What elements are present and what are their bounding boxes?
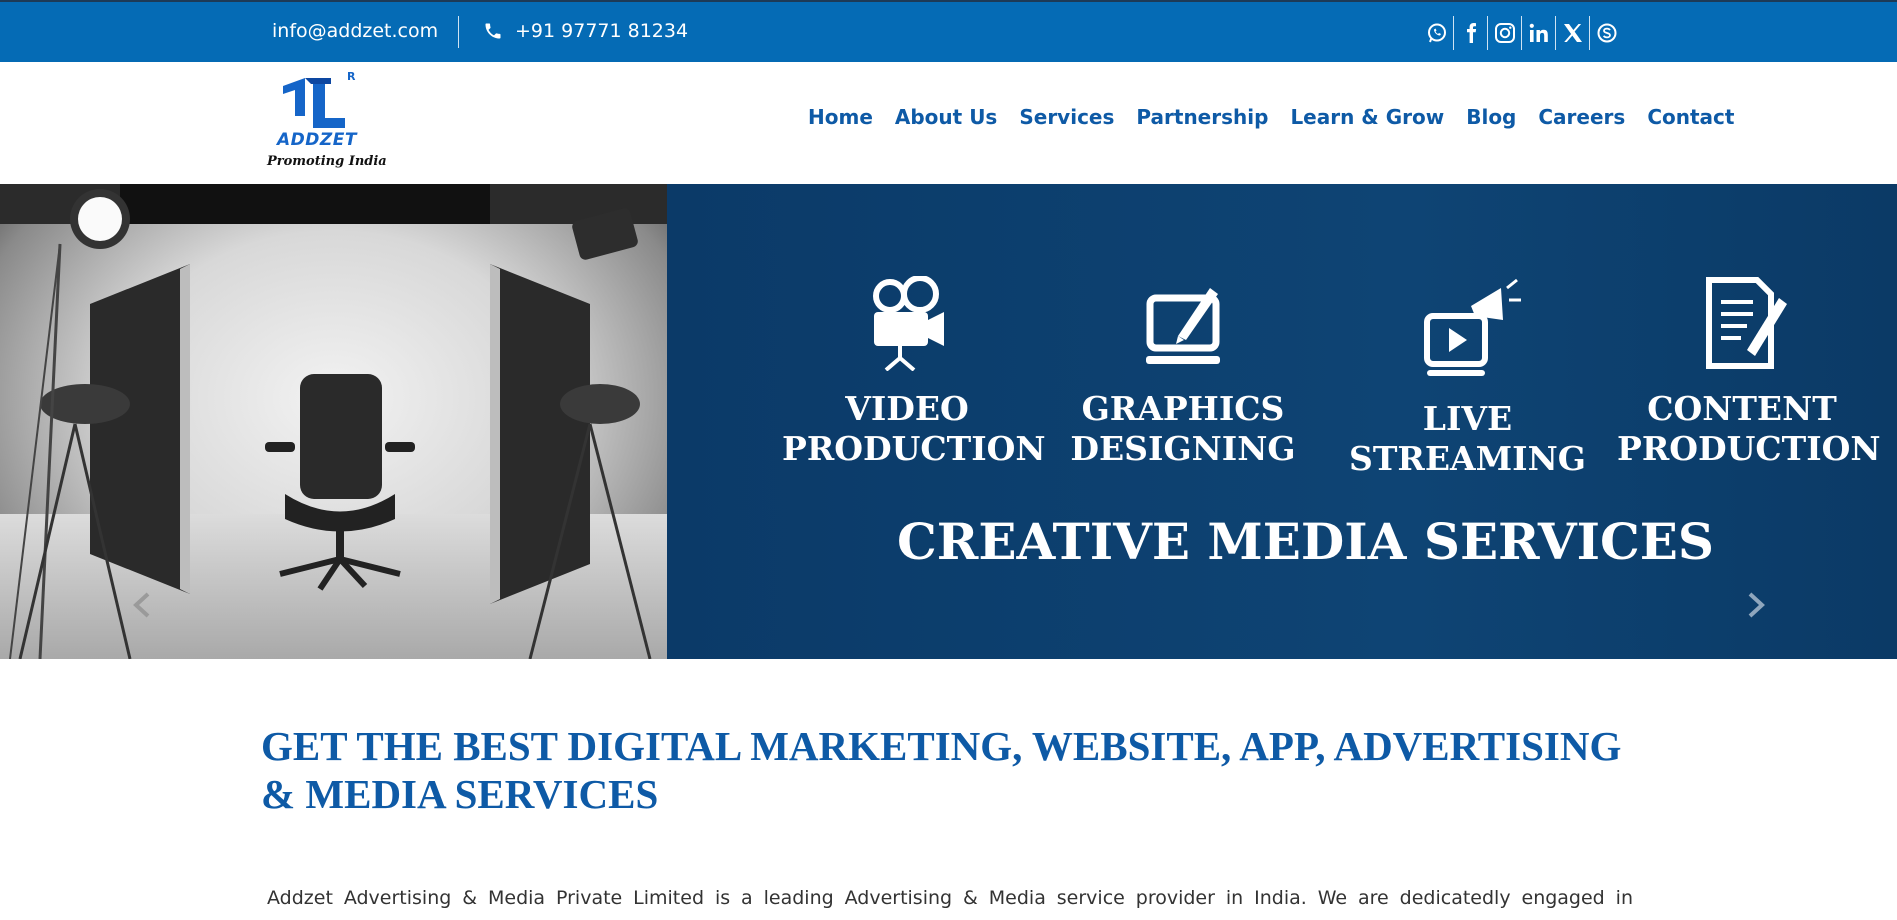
next-slide-arrow-icon[interactable] bbox=[1740, 590, 1770, 620]
social-links bbox=[1420, 16, 1624, 50]
logo-mark-icon bbox=[283, 78, 345, 128]
prev-slide-arrow-icon[interactable] bbox=[128, 590, 158, 620]
nav-services[interactable]: Services bbox=[1019, 105, 1114, 129]
nav-contact[interactable]: Contact bbox=[1647, 105, 1734, 129]
service-title-line1: GRAPHICS bbox=[1081, 389, 1285, 428]
instagram-icon[interactable] bbox=[1488, 16, 1522, 50]
intro-paragraph: Addzet Advertising & Media Private Limit… bbox=[267, 887, 1633, 920]
live-stream-icon bbox=[1423, 278, 1521, 376]
page-headline: GET THE BEST DIGITAL MARKETING, WEBSITE,… bbox=[261, 723, 1622, 817]
logo-tagline: Promoting India bbox=[267, 154, 387, 169]
service-title-line2: PRODUCTION bbox=[782, 429, 1046, 468]
service-video-production: VIDEO PRODUCTION bbox=[782, 276, 1046, 469]
service-title-line2: PRODUCTION bbox=[1617, 429, 1881, 468]
skype-icon[interactable] bbox=[1590, 16, 1624, 50]
service-content-production: CONTENT PRODUCTION bbox=[1617, 276, 1881, 469]
service-title-line1: VIDEO bbox=[845, 389, 969, 428]
nav-home[interactable]: Home bbox=[808, 105, 873, 129]
logo-brand: ADDZET bbox=[277, 130, 357, 150]
hero-slider: VIDEO PRODUCTION GRAPHICS DESIGNING LIVE… bbox=[0, 184, 1897, 659]
hero-title: CREATIVE MEDIA SERVICES bbox=[897, 512, 1715, 571]
service-title-line2: DESIGNING bbox=[1070, 429, 1296, 468]
divider bbox=[458, 16, 459, 48]
linkedin-icon[interactable] bbox=[1522, 16, 1556, 50]
nav-partnership[interactable]: Partnership bbox=[1136, 105, 1268, 129]
nav-learn-grow[interactable]: Learn & Grow bbox=[1290, 105, 1444, 129]
nav-blog[interactable]: Blog bbox=[1466, 105, 1516, 129]
nav-careers[interactable]: Careers bbox=[1538, 105, 1625, 129]
phone-link[interactable]: +91 97771 81234 bbox=[483, 20, 688, 42]
x-icon[interactable] bbox=[1556, 16, 1590, 50]
video-camera-icon bbox=[873, 276, 944, 371]
logo[interactable]: R ADDZET Promoting India bbox=[265, 68, 387, 176]
site-header: R ADDZET Promoting India Home About Us S… bbox=[0, 62, 1897, 184]
service-graphics-designing: GRAPHICS DESIGNING bbox=[1063, 276, 1303, 469]
main-nav: Home About Us Services Partnership Learn… bbox=[808, 105, 1734, 129]
service-title-line1: LIVE bbox=[1422, 399, 1513, 438]
laptop-pen-icon bbox=[1146, 288, 1220, 364]
facebook-icon[interactable] bbox=[1454, 16, 1488, 50]
document-pen-icon bbox=[1705, 277, 1787, 369]
email-link[interactable]: info@addzet.com bbox=[272, 20, 438, 42]
top-bar: info@addzet.com +91 97771 81234 bbox=[0, 0, 1897, 62]
nav-about-us[interactable]: About Us bbox=[895, 105, 997, 129]
phone-icon bbox=[485, 23, 501, 39]
whatsapp-icon[interactable] bbox=[1420, 16, 1454, 50]
registered-mark: R bbox=[347, 70, 356, 83]
service-live-streaming: LIVE STREAMING bbox=[1345, 276, 1590, 479]
service-title-line1: CONTENT bbox=[1647, 389, 1837, 428]
studio-photo bbox=[0, 184, 667, 659]
service-title-line2: STREAMING bbox=[1349, 439, 1586, 478]
phone-number: +91 97771 81234 bbox=[515, 20, 689, 42]
